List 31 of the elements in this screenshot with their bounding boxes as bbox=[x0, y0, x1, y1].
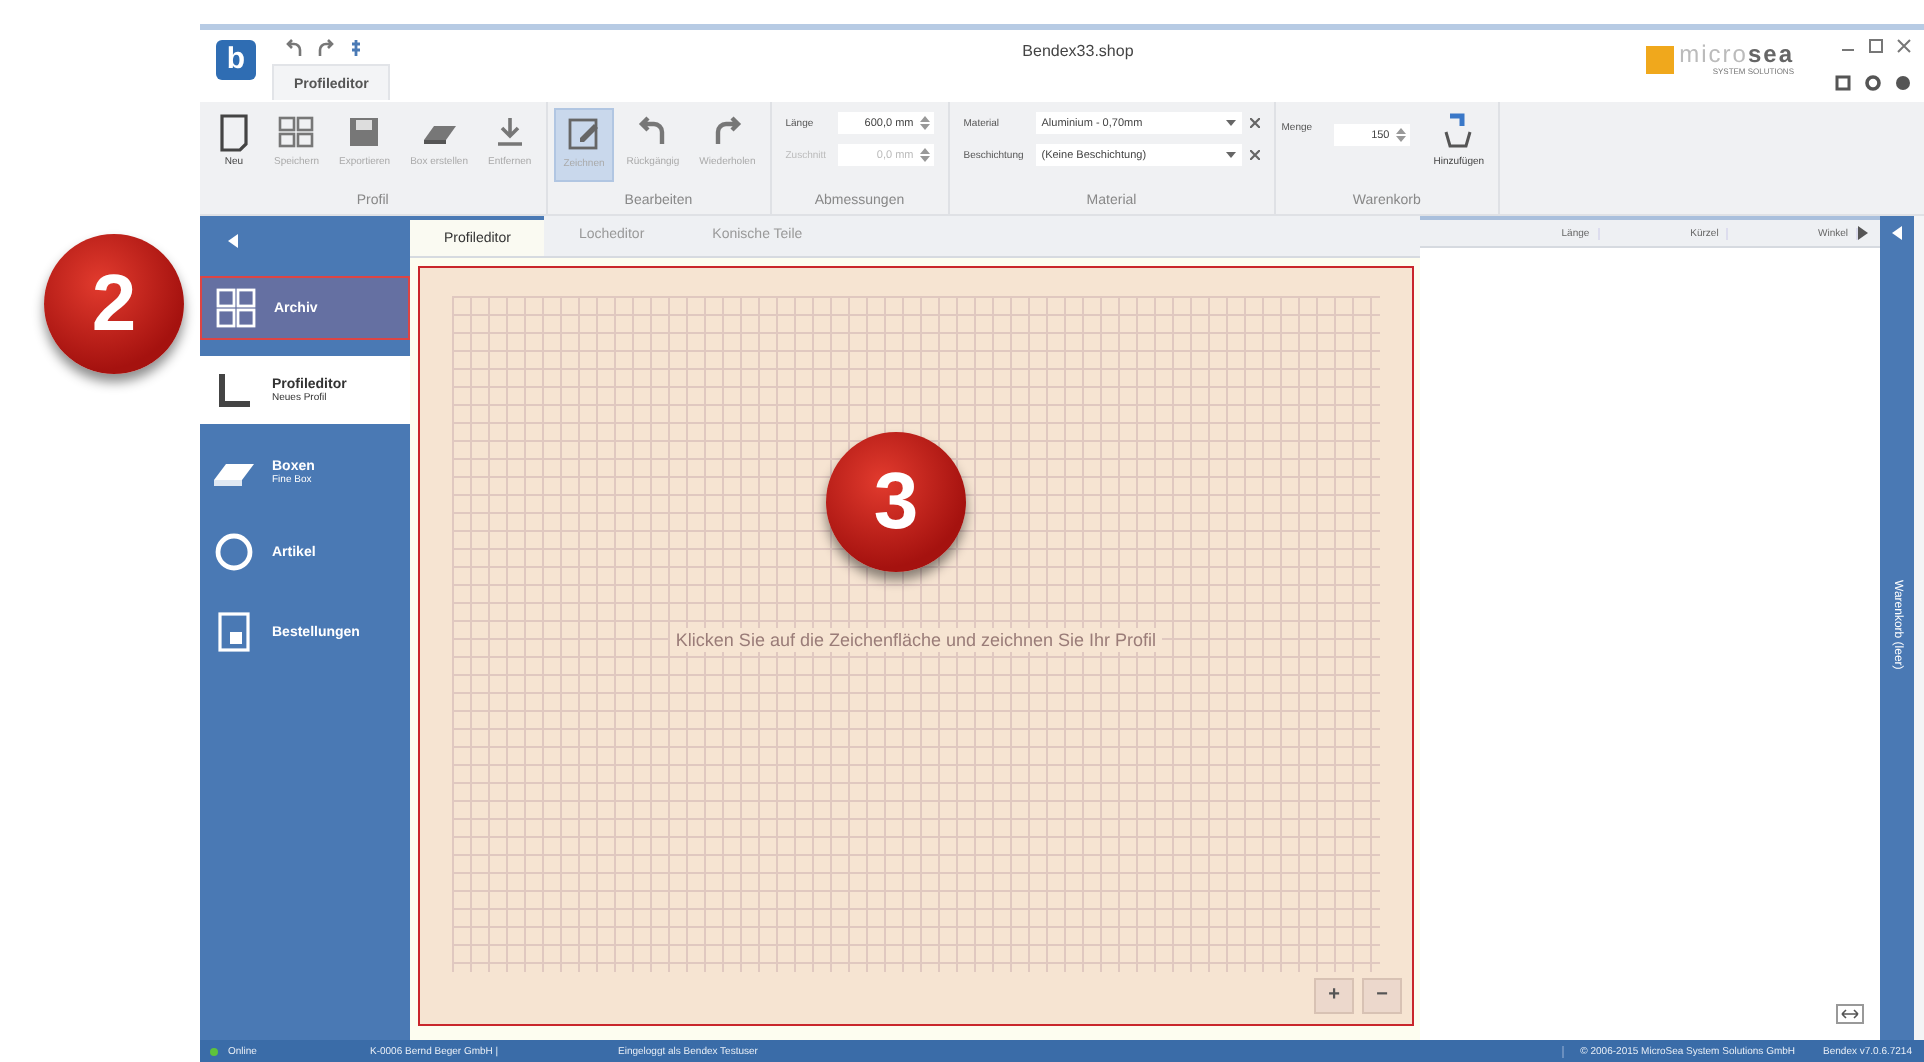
clear-icon[interactable] bbox=[1249, 118, 1260, 128]
expand-icon[interactable] bbox=[1834, 74, 1852, 92]
undo-icon[interactable] bbox=[284, 38, 304, 58]
cart-arrow-icon bbox=[1442, 112, 1475, 152]
spinner-arrows-icon bbox=[919, 114, 930, 132]
dropdown-arrow-icon bbox=[1225, 119, 1236, 127]
redo-icon[interactable] bbox=[316, 38, 336, 58]
edit-icon bbox=[563, 114, 604, 154]
document-icon bbox=[212, 610, 256, 654]
grid-icon bbox=[214, 286, 258, 330]
spinner-arrows-icon bbox=[919, 146, 930, 164]
circle-icon bbox=[212, 530, 256, 574]
step-number-badge: 2 bbox=[44, 234, 184, 374]
app-logo[interactable]: b bbox=[216, 40, 256, 80]
scroll-arrow-icon[interactable] bbox=[1858, 226, 1869, 240]
fit-width-icon[interactable] bbox=[1836, 1004, 1864, 1024]
dropdown-arrow-icon bbox=[1225, 151, 1236, 159]
spinner-arrows-icon bbox=[1395, 126, 1406, 144]
zoom-button[interactable]: − bbox=[1362, 978, 1402, 1014]
collapse-arrow-icon[interactable] bbox=[228, 234, 238, 248]
expand-arrow-icon bbox=[1892, 226, 1902, 240]
close-icon[interactable] bbox=[1896, 38, 1912, 54]
zoom-button[interactable]: + bbox=[1314, 978, 1354, 1014]
grid-icon bbox=[276, 112, 317, 152]
clear-icon[interactable] bbox=[1249, 150, 1260, 160]
pin-icon[interactable] bbox=[348, 38, 364, 58]
maximize-icon[interactable] bbox=[1868, 38, 1884, 54]
canvas-hint: Klicken Sie auf die Zeichenfläche und zeichnen Sie Ihr Profil bbox=[669, 627, 1163, 651]
page-icon bbox=[214, 112, 254, 152]
online-status-dot bbox=[210, 1047, 218, 1055]
window-title: Bendex33.shop bbox=[1020, 40, 1136, 60]
